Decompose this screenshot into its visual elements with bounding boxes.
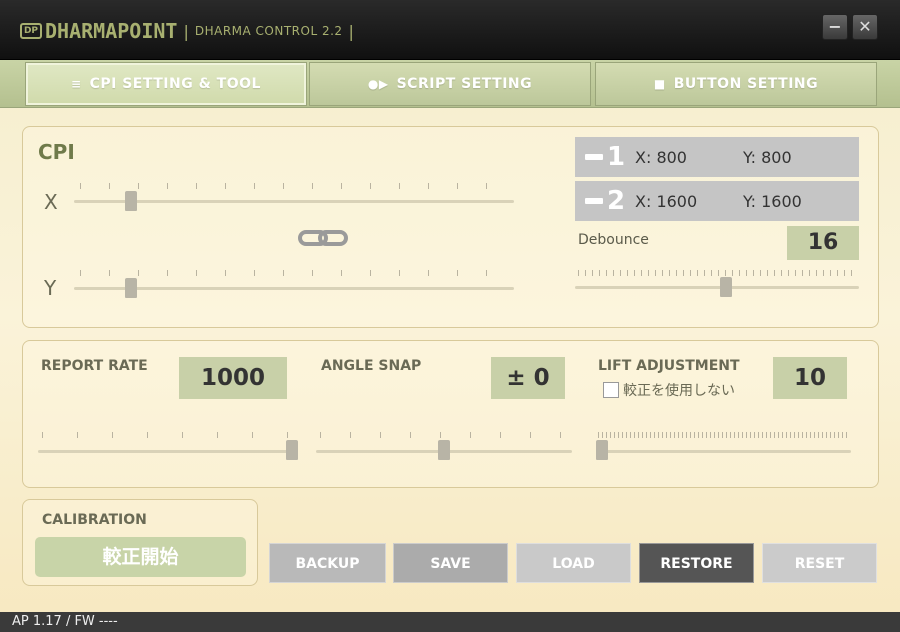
- minimize-icon: −: [828, 17, 842, 36]
- lift-slider-thumb[interactable]: [596, 440, 608, 460]
- backup-button[interactable]: BACKUP: [269, 543, 386, 583]
- logo-text: DHARMAPOINT: [45, 19, 178, 43]
- app-title: DHARMA CONTROL 2.2: [194, 24, 343, 38]
- cpi-x-slider[interactable]: [74, 200, 514, 203]
- lift-ticks: [598, 432, 848, 438]
- tab-button-setting[interactable]: ■ BUTTON SETTING: [595, 62, 877, 106]
- app-window: DP DHARMAPOINT | DHARMA CONTROL 2.2 | − …: [0, 0, 900, 632]
- preset-index: 2: [607, 186, 626, 216]
- save-button[interactable]: SAVE: [393, 543, 508, 583]
- cpi-y-ticks: [80, 270, 512, 276]
- tab-label: CPI SETTING & TOOL: [89, 76, 261, 92]
- logo-mark-icon: DP: [20, 23, 42, 39]
- angle-snap-ticks: [320, 432, 568, 438]
- debounce-value[interactable]: 16: [787, 226, 859, 260]
- cpi-x-label: X: [44, 190, 58, 214]
- app-logo: DP DHARMAPOINT | DHARMA CONTROL 2.2 |: [20, 18, 360, 44]
- debounce-label: Debounce: [578, 232, 649, 248]
- report-rate-label: REPORT RATE: [41, 358, 148, 374]
- report-rate-slider[interactable]: [38, 450, 294, 453]
- load-button[interactable]: LOAD: [516, 543, 631, 583]
- tab-bar: ≡ CPI SETTING & TOOL ●▶ SCRIPT SETTING ■…: [0, 60, 900, 108]
- debounce-ticks: [578, 270, 858, 276]
- title-separator: |: [183, 21, 189, 41]
- cpi-title: CPI: [38, 140, 75, 164]
- angle-snap-label: ANGLE SNAP: [321, 358, 422, 374]
- preset-x-value: X: 1600: [635, 191, 698, 211]
- preset-y-value: Y: 800: [743, 147, 792, 167]
- report-rate-value[interactable]: 1000: [179, 357, 287, 399]
- cpi-preset-1[interactable]: 1 X: 800 Y: 800: [575, 137, 859, 177]
- tab-cpi-setting[interactable]: ≡ CPI SETTING & TOOL: [25, 62, 307, 106]
- record-play-icon: ●▶: [367, 77, 389, 91]
- title-bar[interactable]: DP DHARMAPOINT | DHARMA CONTROL 2.2 | − …: [0, 0, 900, 60]
- tab-script-setting[interactable]: ●▶ SCRIPT SETTING: [309, 62, 591, 106]
- checkbox-label: 較正を使用しない: [623, 383, 735, 399]
- checkbox-box[interactable]: [603, 382, 619, 398]
- sliders-icon: ≡: [71, 77, 82, 91]
- preset-remove-icon[interactable]: [585, 154, 603, 160]
- preset-x-value: X: 800: [635, 147, 687, 167]
- cpi-x-ticks: [80, 183, 512, 189]
- angle-snap-slider-thumb[interactable]: [438, 440, 450, 460]
- close-button[interactable]: ✕: [852, 14, 878, 40]
- preset-remove-icon[interactable]: [585, 198, 603, 204]
- title-separator-end: |: [348, 21, 354, 41]
- debounce-slider[interactable]: [575, 286, 859, 289]
- cpi-y-label: Y: [44, 276, 57, 300]
- tab-label: SCRIPT SETTING: [396, 76, 533, 92]
- angle-snap-value[interactable]: ± 0: [491, 357, 565, 399]
- lift-slider[interactable]: [596, 450, 851, 453]
- report-rate-slider-thumb[interactable]: [286, 440, 298, 460]
- lift-adjustment-value[interactable]: 10: [773, 357, 847, 399]
- reset-button[interactable]: RESET: [762, 543, 877, 583]
- preset-index: 1: [607, 142, 626, 172]
- preset-y-value: Y: 1600: [743, 191, 802, 211]
- tab-label: BUTTON SETTING: [673, 76, 819, 92]
- lift-adjustment-label: LIFT ADJUSTMENT: [598, 358, 740, 374]
- chain-link-icon[interactable]: [298, 228, 348, 248]
- cpi-y-slider[interactable]: [74, 287, 514, 290]
- status-bar: AP 1.17 / FW ----: [0, 612, 900, 632]
- version-text: AP 1.17 / FW ----: [12, 614, 118, 629]
- cpi-preset-2[interactable]: 2 X: 1600 Y: 1600: [575, 181, 859, 221]
- no-calibration-checkbox[interactable]: 較正を使用しない: [603, 380, 735, 400]
- restore-button[interactable]: RESTORE: [639, 543, 754, 583]
- calibration-title: CALIBRATION: [42, 512, 147, 528]
- debounce-slider-thumb[interactable]: [720, 277, 733, 297]
- calibration-start-button[interactable]: 較正開始: [35, 537, 246, 577]
- close-icon: ✕: [858, 17, 872, 36]
- settings-panel: [22, 340, 879, 488]
- button-icon: ■: [653, 77, 666, 91]
- cpi-x-slider-thumb[interactable]: [124, 191, 137, 211]
- report-rate-ticks: [42, 432, 290, 438]
- cpi-y-slider-thumb[interactable]: [124, 278, 137, 298]
- minimize-button[interactable]: −: [822, 14, 848, 40]
